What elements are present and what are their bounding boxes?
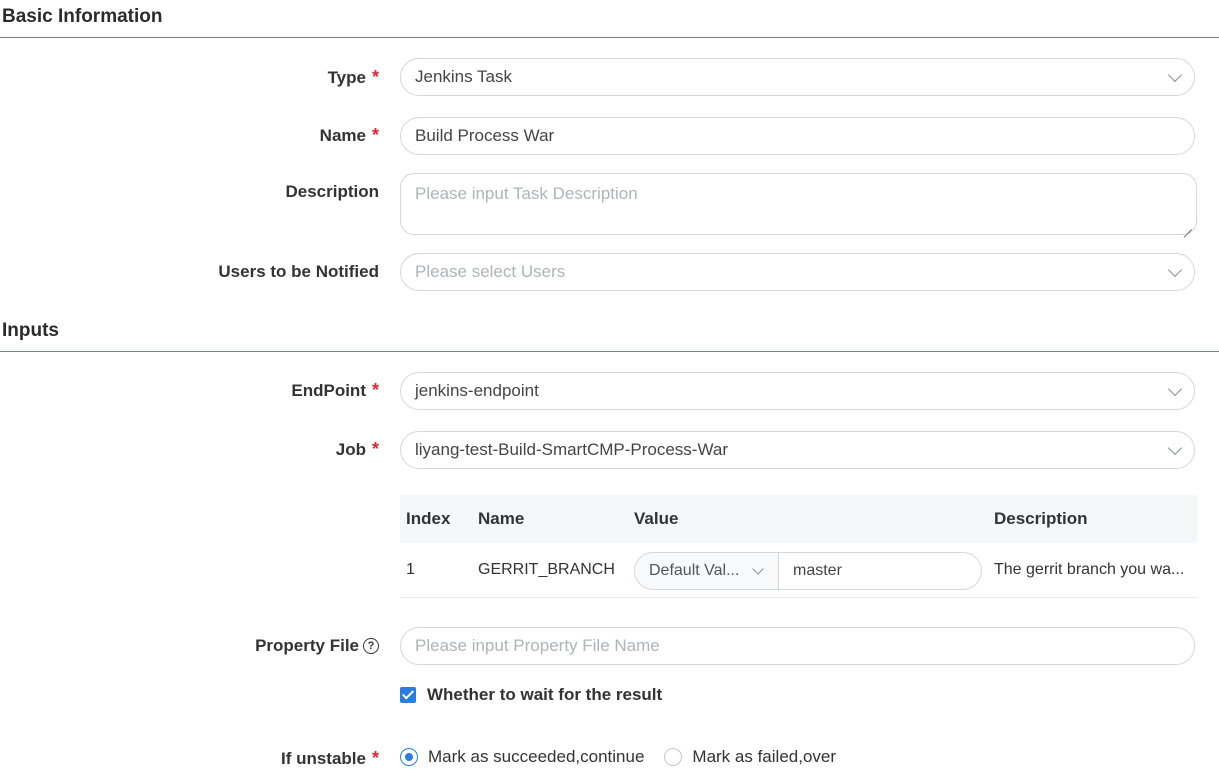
required-icon: *	[371, 439, 379, 459]
column-header-index: Index	[406, 509, 451, 528]
column-header-description: Description	[994, 509, 1088, 528]
chevron-down-icon	[1167, 262, 1183, 278]
param-value-combo: Default Val... master	[634, 552, 982, 590]
radio-unselected-icon[interactable]	[664, 748, 683, 766]
job-label-text: Job	[335, 439, 366, 459]
chevron-down-icon	[1167, 381, 1183, 397]
property-file-input[interactable]: Please input Property File Name	[400, 627, 1195, 665]
chevron-down-icon	[1167, 67, 1183, 83]
endpoint-label: EndPoint *	[291, 380, 379, 401]
name-input-value: Build Process War	[415, 126, 555, 145]
help-icon[interactable]: ?	[363, 638, 379, 654]
property-file-placeholder: Please input Property File Name	[415, 636, 660, 655]
description-textarea[interactable]: Please input Task Description	[400, 173, 1197, 235]
param-index: 1	[406, 561, 415, 578]
type-select[interactable]: Jenkins Task	[400, 58, 1195, 96]
job-parameters-table: Index Name Value Description 1 GERRIT_BR…	[400, 495, 1197, 598]
param-name: GERRIT_BRANCH	[478, 561, 615, 578]
chevron-down-icon	[752, 563, 764, 575]
required-icon: *	[371, 748, 379, 768]
wait-result-label: Whether to wait for the result	[427, 685, 663, 704]
radio-option-succeeded[interactable]: Mark as succeeded,continue	[400, 747, 644, 767]
radio-selected-icon[interactable]	[400, 748, 418, 766]
users-select-placeholder: Please select Users	[415, 262, 566, 281]
required-icon: *	[371, 380, 379, 400]
checkbox-checked-icon[interactable]	[400, 687, 416, 703]
endpoint-select[interactable]: jenkins-endpoint	[400, 372, 1195, 410]
endpoint-select-value: jenkins-endpoint	[415, 381, 539, 400]
property-file-label-text: Property File	[255, 636, 359, 655]
chevron-down-icon	[1167, 440, 1183, 456]
description-placeholder: Please input Task Description	[415, 184, 638, 203]
if-unstable-label-text: If unstable	[280, 748, 366, 768]
if-unstable-radio-group: Mark as succeeded,continue Mark as faile…	[400, 747, 856, 767]
required-icon: *	[371, 67, 379, 87]
endpoint-label-text: EndPoint	[291, 380, 366, 400]
radio-option-label: Mark as succeeded,continue	[428, 747, 645, 766]
value-mode-select[interactable]: Default Val...	[634, 552, 779, 590]
required-icon: *	[371, 125, 379, 145]
type-label: Type *	[328, 67, 379, 88]
job-select[interactable]: liyang-test-Build-SmartCMP-Process-War	[400, 431, 1195, 469]
section-divider	[0, 37, 1219, 38]
radio-option-failed[interactable]: Mark as failed,over	[664, 747, 836, 767]
name-input[interactable]: Build Process War	[400, 117, 1195, 155]
job-label: Job *	[336, 439, 379, 460]
users-select[interactable]: Please select Users	[400, 253, 1195, 291]
type-select-value: Jenkins Task	[415, 67, 513, 86]
radio-option-label: Mark as failed,over	[692, 747, 837, 766]
users-label: Users to be Notified	[218, 262, 379, 281]
resize-handle-icon[interactable]	[1184, 222, 1192, 230]
property-file-label: Property File?	[255, 636, 379, 656]
column-header-name: Name	[478, 509, 525, 528]
if-unstable-label: If unstable *	[281, 748, 379, 769]
value-mode-text: Default Val...	[649, 562, 740, 579]
param-value-input[interactable]: master	[779, 552, 982, 590]
description-label: Description	[285, 182, 379, 201]
job-select-value: liyang-test-Build-SmartCMP-Process-War	[415, 440, 728, 459]
param-value-text: master	[793, 562, 842, 579]
section-divider	[0, 351, 1219, 352]
column-header-value: Value	[634, 509, 679, 528]
name-label-text: Name	[319, 125, 366, 145]
wait-result-option[interactable]: Whether to wait for the result	[400, 685, 662, 705]
name-label: Name *	[320, 125, 379, 146]
table-row: 1 GERRIT_BRANCH Default Val... master Th…	[400, 543, 1197, 598]
param-description: The gerrit branch you wa...	[994, 561, 1185, 578]
type-label-text: Type	[327, 67, 366, 87]
section-title-inputs: Inputs	[2, 320, 59, 341]
table-header-row: Index Name Value Description	[400, 495, 1197, 543]
section-title-basic-information: Basic Information	[2, 6, 163, 27]
